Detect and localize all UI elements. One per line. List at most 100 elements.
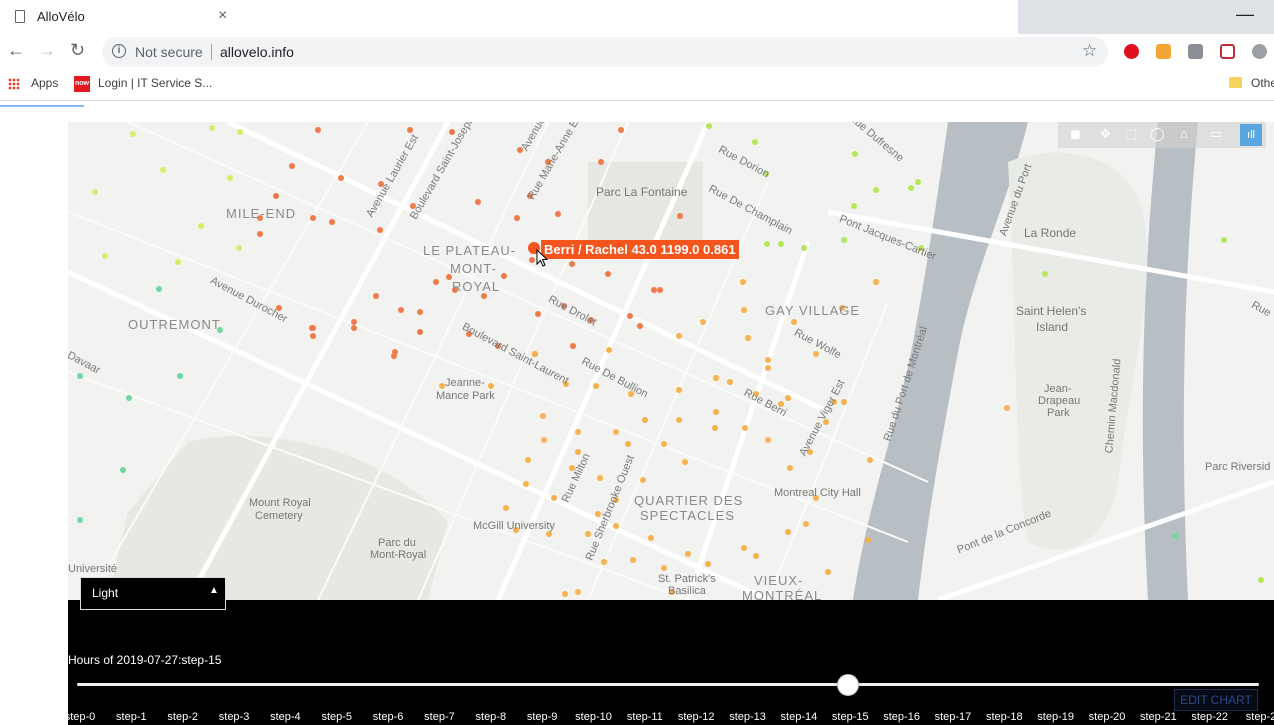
info-icon[interactable]: i xyxy=(112,44,126,58)
place-label: McGill University xyxy=(473,520,555,532)
extension-icon[interactable] xyxy=(1156,44,1171,59)
slider-step-label[interactable]: step-0 xyxy=(65,711,96,723)
slider-step-label[interactable]: step-10 xyxy=(575,711,612,723)
place-label: Jean- xyxy=(1044,383,1072,395)
bookmark-login[interactable]: Login | IT Service S... xyxy=(98,76,212,90)
profile-extension-icon[interactable] xyxy=(1252,44,1267,59)
bookmark-apps[interactable]: Apps xyxy=(31,76,58,90)
place-label: Mont-Royal xyxy=(370,549,427,561)
browser-tab[interactable]: AlloVélo × xyxy=(0,0,242,34)
slider-handle[interactable] xyxy=(837,674,859,696)
place-label: St. Patrick's xyxy=(658,573,716,585)
slider-title: Hours of 2019-07-27:step-15 xyxy=(68,653,222,667)
bookmarks-bar: Apps now Login | IT Service S... Othe xyxy=(0,70,1274,101)
flag-extension-icon[interactable] xyxy=(1188,44,1203,59)
plot-modebar: ◼ ✥ ⬚ ◯ ⌂ ▭ ıll xyxy=(1058,122,1266,148)
page-icon xyxy=(15,10,25,23)
district-label: OUTREMONT xyxy=(128,317,221,332)
bookmark-other[interactable]: Othe xyxy=(1251,76,1274,90)
minimize-icon[interactable]: — xyxy=(1236,4,1254,25)
district-label: GAY VILLAGE xyxy=(765,303,861,318)
slider-step-label[interactable]: step-6 xyxy=(373,711,404,723)
slider-step-label[interactable]: step-1 xyxy=(116,711,147,723)
tooltip-values: 43.0 1199.0 0.861 xyxy=(631,242,736,257)
folder-icon xyxy=(1229,77,1242,88)
place-label: Montreal City Hall xyxy=(774,487,861,499)
slider-step-label[interactable]: step-19 xyxy=(1037,711,1074,723)
slider-step-label[interactable]: step-11 xyxy=(627,711,663,723)
slider-step-label[interactable]: step-5 xyxy=(321,711,352,723)
slider-step-label[interactable]: step-13 xyxy=(729,711,766,723)
district-label: ROYAL xyxy=(452,279,501,294)
slider-step-label[interactable]: step-17 xyxy=(935,711,972,723)
place-label: Saint Helen's xyxy=(1016,304,1087,318)
url-text[interactable]: allovelo.info xyxy=(220,44,294,60)
forward-icon[interactable]: → xyxy=(38,40,56,61)
tooltip-station: Berri / Rachel xyxy=(544,242,628,257)
back-icon[interactable]: ← xyxy=(7,40,25,61)
opera-extension-icon[interactable] xyxy=(1124,44,1139,59)
slider-step-label[interactable]: step-12 xyxy=(678,711,715,723)
slider-step-label[interactable]: step-8 xyxy=(476,711,507,723)
edit-chart-button[interactable]: EDIT CHART xyxy=(1174,689,1258,711)
district-label: MILE-END xyxy=(226,206,297,221)
plotly-logo-icon[interactable]: ıll xyxy=(1240,124,1262,146)
map-view[interactable]: MILE-END LE PLATEAU- MONT- ROYAL OUTREMO… xyxy=(68,122,1274,600)
reload-icon[interactable]: ↻ xyxy=(70,40,85,61)
district-label: LE PLATEAU- xyxy=(423,243,517,258)
slider-step-label[interactable]: step-16 xyxy=(883,711,920,723)
apps-icon[interactable] xyxy=(8,78,20,90)
page-edge xyxy=(0,101,84,107)
tab-strip-empty xyxy=(242,0,1018,34)
address-bar[interactable]: i Not secure allovelo.info ☆ xyxy=(102,37,1108,67)
district-label: MONT- xyxy=(450,261,497,276)
home-icon[interactable]: ⌂ xyxy=(1180,126,1188,141)
district-label: QUARTIER DES xyxy=(634,493,744,508)
slider-panel xyxy=(68,600,1274,725)
close-icon[interactable]: × xyxy=(218,7,227,25)
slider-step-label[interactable]: step-14 xyxy=(781,711,818,723)
place-label: Mance Park xyxy=(436,390,495,402)
slider-step-label[interactable]: step-7 xyxy=(424,711,455,723)
place-label: Island xyxy=(1036,320,1069,334)
district-label: VIEUX- xyxy=(754,573,804,588)
slider-step-label[interactable]: step-2 xyxy=(167,711,198,723)
slider-step-label[interactable]: step-2 xyxy=(1246,711,1274,723)
tab-title: AlloVélo xyxy=(37,9,85,24)
hover-tooltip: Berri / Rachel 43.0 1199.0 0.861 xyxy=(541,240,739,259)
star-icon[interactable]: ☆ xyxy=(1082,41,1097,61)
place-label: Parc Riversid xyxy=(1205,461,1271,473)
place-label: Cemetery xyxy=(255,510,303,522)
browser-toolbar: ← → ↻ i Not secure allovelo.info ☆ xyxy=(0,34,1274,70)
servicenow-icon: now xyxy=(74,76,90,92)
place-label: Parc du xyxy=(378,537,416,549)
lasso-icon[interactable]: ◯ xyxy=(1150,126,1165,142)
place-label: Université xyxy=(68,563,117,575)
slider-step-label[interactable]: step-20 xyxy=(1089,711,1126,723)
security-label[interactable]: Not secure xyxy=(135,44,203,60)
tab-strip: AlloVélo × — xyxy=(0,0,1274,34)
slider-step-label[interactable]: step-21 xyxy=(1140,711,1177,723)
place-label: Park xyxy=(1047,407,1070,419)
slider-step-label[interactable]: step-22 xyxy=(1191,711,1228,723)
camera-icon[interactable]: ◼ xyxy=(1070,126,1081,142)
pan-icon[interactable]: ✥ xyxy=(1100,126,1111,142)
slider-step-label[interactable]: step-3 xyxy=(219,711,250,723)
place-label: La Ronde xyxy=(1024,226,1077,240)
map-style-value: Light xyxy=(92,586,119,600)
pocket-extension-icon[interactable] xyxy=(1220,44,1235,59)
place-label: Basilica xyxy=(668,585,706,597)
tag-icon[interactable]: ▭ xyxy=(1210,126,1222,142)
slider-step-label[interactable]: step-15 xyxy=(832,711,869,723)
slider-step-label[interactable]: step-18 xyxy=(986,711,1023,723)
box-select-icon[interactable]: ⬚ xyxy=(1125,126,1137,142)
map-style-select[interactable]: Light ▲ xyxy=(80,577,226,610)
caret-up-icon: ▲ xyxy=(209,585,219,596)
slider-step-label[interactable]: step-9 xyxy=(527,711,558,723)
place-label: Mount Royal xyxy=(249,497,311,509)
cursor-icon xyxy=(536,249,548,267)
slider-step-label[interactable]: step-4 xyxy=(270,711,301,723)
place-label: Drapeau xyxy=(1038,395,1081,407)
slider-rail[interactable] xyxy=(77,683,1259,686)
divider xyxy=(211,44,212,60)
